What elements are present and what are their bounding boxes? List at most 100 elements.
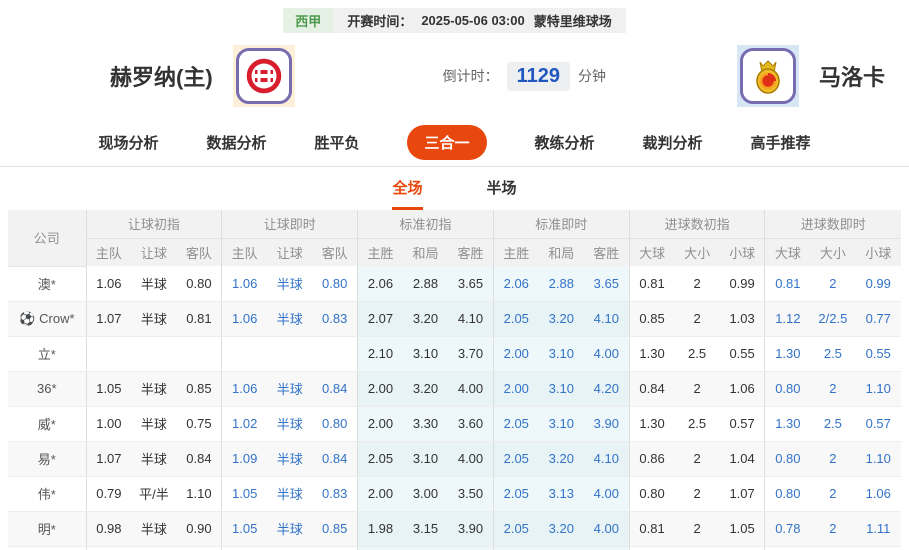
group-header: 让球初指 bbox=[85, 210, 222, 239]
odds-cell: 3.65 bbox=[583, 266, 630, 302]
odds-cell: 0.57 bbox=[719, 406, 765, 442]
subtab-半场[interactable]: 半场 bbox=[487, 177, 517, 210]
odds-cell: 2.88 bbox=[538, 266, 584, 302]
odds-cell bbox=[221, 336, 268, 372]
odds-cell: 4.10 bbox=[583, 441, 630, 477]
odds-cell: 3.20 bbox=[402, 301, 449, 337]
odds-cell: 半球 bbox=[267, 476, 313, 512]
subtab-全场[interactable]: 全场 bbox=[392, 177, 423, 210]
column-header: 主胜 bbox=[492, 238, 539, 266]
odds-cell: 2 bbox=[674, 371, 720, 407]
column-header: 主队 bbox=[85, 238, 132, 266]
table-row: 36* 1.05 半球 0.85 1.06 半球 0.84 2.00 3.20 4.00 2.00 3… bbox=[8, 371, 901, 407]
column-header: 和局 bbox=[538, 238, 584, 266]
odds-cell: 半球 bbox=[131, 406, 177, 442]
nav-tab-现场分析[interactable]: 现场分析 bbox=[98, 132, 158, 153]
column-header: 大球 bbox=[628, 238, 675, 266]
match-info-bar: 西甲 开赛时间： 2025-05-06 03:00 蒙特里维球场 bbox=[0, 8, 909, 33]
odds-cell bbox=[176, 546, 222, 550]
odds-cell: 1.06 bbox=[855, 476, 901, 512]
odds-cell: 0.84 bbox=[312, 441, 358, 477]
odds-cell: 半球 bbox=[131, 511, 177, 547]
odds-cell: 4.00 bbox=[583, 336, 630, 372]
odds-cell: 0.79 bbox=[85, 476, 132, 512]
odds-cell: 1.30 bbox=[764, 406, 811, 442]
odds-cell bbox=[402, 546, 449, 550]
group-header: 让球即时 bbox=[221, 210, 358, 239]
odds-cell: 0.81 bbox=[628, 266, 675, 302]
column-header: 大球 bbox=[764, 238, 811, 266]
column-header: 主胜 bbox=[357, 238, 403, 266]
odds-cell: 3.20 bbox=[538, 301, 584, 337]
girona-crest-icon bbox=[235, 48, 292, 104]
odds-cell: 0.80 bbox=[764, 371, 811, 407]
odds-cell: 0.81 bbox=[176, 301, 222, 337]
odds-cell: 0.84 bbox=[312, 371, 358, 407]
odds-cell: 4.00 bbox=[448, 371, 494, 407]
odds-cell: 2/2.5 bbox=[810, 301, 856, 337]
odds-cell: 0.86 bbox=[628, 441, 675, 477]
odds-cell: 2.00 bbox=[492, 371, 539, 407]
away-team: 马洛卡 bbox=[736, 45, 885, 107]
home-team: 赫罗纳(主) bbox=[110, 45, 295, 107]
nav-tab-三合一[interactable]: 三合一 bbox=[407, 125, 487, 160]
odds-cell: 0.80 bbox=[764, 441, 811, 477]
odds-cell: 半球 bbox=[267, 406, 313, 442]
group-header: 标准初指 bbox=[357, 210, 494, 239]
odds-cell: 4.10 bbox=[448, 301, 494, 337]
column-header: 让球 bbox=[267, 238, 313, 266]
nav-tab-裁判分析[interactable]: 裁判分析 bbox=[643, 132, 703, 153]
company-column-header: 公司 bbox=[8, 210, 87, 267]
odds-cell bbox=[312, 336, 358, 372]
column-header: 客胜 bbox=[583, 238, 630, 266]
odds-cell: 0.85 bbox=[312, 511, 358, 547]
odds-cell: 1.10 bbox=[855, 371, 901, 407]
countdown: 倒计时： 1129 分钟 bbox=[443, 61, 606, 91]
odds-cell: 0.83 bbox=[312, 476, 358, 512]
odds-cell: 4.00 bbox=[583, 476, 630, 512]
odds-cell: 1.06 bbox=[221, 301, 268, 337]
odds-cell: 1.02 bbox=[221, 406, 268, 442]
column-header: 客胜 bbox=[448, 238, 494, 266]
odds-cell: 1.06 bbox=[85, 266, 132, 302]
odds-cell bbox=[312, 546, 358, 550]
home-team-name: 赫罗纳(主) bbox=[110, 65, 213, 90]
odds-cell: 2 bbox=[674, 511, 720, 547]
period-subtabs: 全场 半场 bbox=[0, 167, 909, 210]
odds-cell: 1.30 bbox=[628, 336, 675, 372]
odds-cell: 1.03 bbox=[719, 301, 765, 337]
odds-cell bbox=[221, 546, 268, 550]
column-header: 小球 bbox=[855, 238, 901, 266]
odds-cell bbox=[357, 546, 403, 550]
nav-tab-胜平负[interactable]: 胜平负 bbox=[314, 132, 359, 153]
home-team-logo bbox=[232, 45, 295, 107]
company-cell: ⚽ Crow* bbox=[8, 301, 86, 337]
odds-cell: 2 bbox=[810, 371, 856, 407]
odds-cell: 1.09 bbox=[221, 441, 268, 477]
nav-tab-数据分析[interactable]: 数据分析 bbox=[206, 132, 266, 153]
odds-cell: 2.05 bbox=[492, 511, 539, 547]
nav-tab-高手推荐[interactable]: 高手推荐 bbox=[751, 132, 811, 153]
odds-cell: 1.05 bbox=[719, 511, 765, 547]
odds-cell: 平/半 bbox=[131, 476, 177, 512]
odds-cell: 1.05 bbox=[221, 476, 268, 512]
odds-cell: 0.81 bbox=[628, 511, 675, 547]
odds-cell: 1.11 bbox=[855, 511, 901, 547]
nav-tab-教练分析[interactable]: 教练分析 bbox=[535, 132, 595, 153]
table-row: 易* 1.07 半球 0.84 1.09 半球 0.84 2.05 3.10 4.00 2.05 3.… bbox=[8, 441, 901, 477]
table-group-header-row: 公司 让球初指 让球即时 标准初指 标准即时 进球数初指 进球数即时 bbox=[8, 210, 901, 267]
table-row: 澳* 1.06 半球 0.80 1.06 半球 0.80 2.06 2.88 3.65 2.06 2.… bbox=[8, 266, 901, 302]
company-cell: 伟* bbox=[8, 476, 86, 512]
odds-cell: 0.80 bbox=[176, 266, 222, 302]
odds-cell: 1.30 bbox=[764, 336, 811, 372]
odds-cell: 1.10 bbox=[176, 476, 222, 512]
group-header: 进球数即时 bbox=[764, 210, 901, 239]
odds-cell bbox=[583, 546, 630, 550]
odds-cell: 3.90 bbox=[448, 511, 494, 547]
odds-cell bbox=[85, 336, 132, 372]
odds-cell: 0.55 bbox=[719, 336, 765, 372]
odds-cell: 半球 bbox=[267, 266, 313, 302]
odds-cell: 0.84 bbox=[176, 441, 222, 477]
odds-cell: 半球 bbox=[131, 441, 177, 477]
analysis-nav: 现场分析 数据分析 胜平负 三合一 教练分析 裁判分析 高手推荐 bbox=[0, 119, 909, 167]
